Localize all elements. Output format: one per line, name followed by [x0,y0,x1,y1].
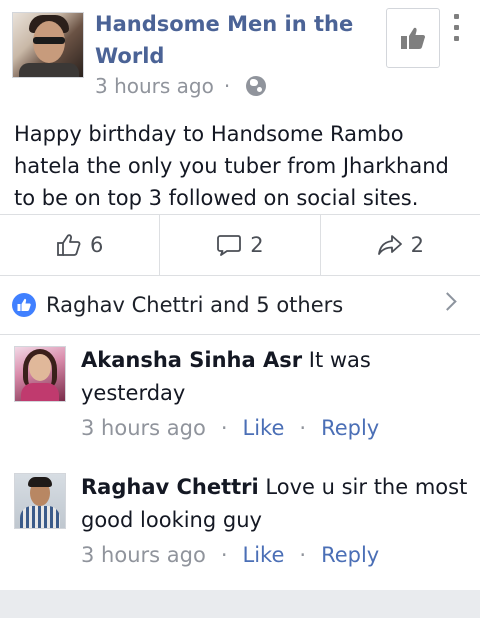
comment-like-link[interactable]: Like [243,416,285,440]
thumbs-up-outline-icon [57,234,81,256]
meta-separator: · [220,416,228,440]
meta-separator: · [220,543,228,567]
comment-author-link[interactable]: Raghav Chettri [81,475,259,499]
comment-like-link[interactable]: Like [243,543,285,567]
likes-count: 6 [89,233,104,257]
post-actions-bar: 6 2 2 [0,214,480,276]
meta-separator: · [299,543,307,567]
commenter-avatar[interactable] [14,346,66,402]
comment-body: Akansha Sinha Asr It was yesterday [81,344,471,410]
bottom-divider [0,590,480,618]
post-timestamp[interactable]: 3 hours ago [95,74,214,98]
comment-reply-link[interactable]: Reply [321,543,379,567]
post-meta: 3 hours ago · [95,74,267,98]
likes-summary-text: Raghav Chettri and 5 others [46,293,344,317]
like-action-button[interactable]: 6 [0,215,161,275]
meta-separator: · [299,416,307,440]
chevron-right-icon [438,292,457,311]
like-page-button[interactable] [386,8,440,68]
comment-reply-link[interactable]: Reply [321,416,379,440]
avatar-shirt [19,63,79,77]
more-options-icon[interactable] [446,12,466,46]
post-header: Handsome Men in the World 3 hours ago · [0,0,480,112]
comment-author-link[interactable]: Akansha Sinha Asr [81,348,302,372]
comment-action-button[interactable]: 2 [160,215,321,275]
comment-meta: 3 hours ago · Like · Reply [81,543,379,567]
comment-timestamp[interactable]: 3 hours ago [81,543,206,567]
comment-timestamp[interactable]: 3 hours ago [81,416,206,440]
page-avatar[interactable] [12,12,84,78]
commenter-avatar[interactable] [14,473,66,529]
page-name-link[interactable]: Handsome Men in the World [95,8,365,72]
comments-count: 2 [250,233,264,257]
thumbs-up-icon [401,27,425,49]
share-arrow-icon [377,235,402,255]
avatar-sunglasses [33,37,65,44]
comment-meta: 3 hours ago · Like · Reply [81,416,379,440]
share-action-button[interactable]: 2 [321,215,480,275]
likes-summary-row[interactable]: Raghav Chettri and 5 others [0,276,480,335]
comment-body: Raghav Chettri Love u sir the most good … [81,471,471,537]
shares-count: 2 [410,233,424,257]
comment-item: Akansha Sinha Asr It was yesterday 3 hou… [0,336,480,456]
comment-item: Raghav Chettri Love u sir the most good … [0,463,480,583]
post-text: Happy birthday to Handsome Rambo hatela … [14,122,449,210]
meta-separator: · [223,74,231,98]
comment-bubble-icon [217,235,242,256]
globe-icon [246,76,267,96]
like-reaction-icon [12,293,36,317]
